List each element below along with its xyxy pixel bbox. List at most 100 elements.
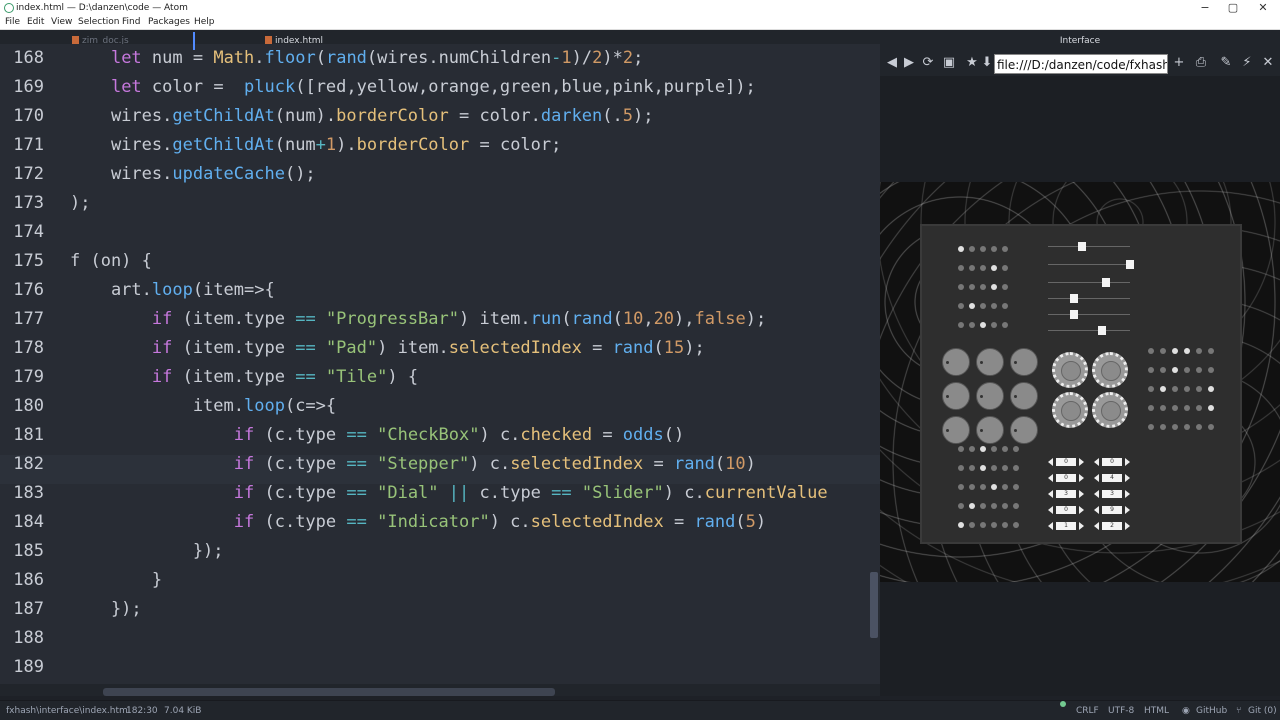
line-number: 173	[13, 193, 44, 213]
git-button[interactable]: Git (0)	[1248, 701, 1277, 720]
minimize-button[interactable]: −	[1190, 0, 1220, 16]
stepper-value: 3	[1102, 490, 1122, 498]
dial-control[interactable]	[1052, 392, 1088, 428]
indicator-dot	[969, 284, 975, 290]
code-editor[interactable]: 168 169 170 171 172 173 174 175 176 177 …	[0, 44, 880, 696]
interface-preview-canvas[interactable]: 0 0 3 0 1 0 4 3 9 2	[880, 182, 1280, 582]
code-line: });	[70, 599, 142, 619]
code-line: if (c.type == "Dial" || c.type == "Slide…	[233, 483, 828, 503]
indicator-dot	[991, 322, 997, 328]
grammar-selector[interactable]: HTML	[1144, 701, 1169, 720]
indicator-dot	[1002, 503, 1008, 509]
slider-knob[interactable]	[1102, 278, 1110, 287]
horizontal-scrollbar[interactable]	[103, 688, 555, 696]
indicator-dot	[1013, 484, 1019, 490]
refresh-icon[interactable]: ⟳	[920, 55, 936, 71]
knob-control[interactable]	[942, 348, 970, 376]
url-input[interactable]: file:///D:/danzen/code/fxhash	[994, 54, 1168, 74]
code-line: wires.getChildAt(num).borderColor = colo…	[70, 106, 654, 126]
forward-icon[interactable]: ▶	[901, 55, 917, 71]
line-number: 179	[13, 367, 44, 387]
status-dot-icon	[1060, 701, 1066, 707]
favorite-star-icon[interactable]: ★	[964, 55, 980, 71]
indicator-dot	[1208, 424, 1214, 430]
stepper-control[interactable]: 0	[1048, 458, 1084, 466]
code-line: }	[70, 570, 163, 590]
github-icon: ◉	[1182, 706, 1190, 716]
slider-knob[interactable]	[1098, 326, 1106, 335]
indicator-dot	[1184, 348, 1190, 354]
knob-control[interactable]	[1010, 348, 1038, 376]
maximize-button[interactable]: ▢	[1218, 0, 1248, 16]
stepper-control[interactable]: 0	[1094, 458, 1130, 466]
menu-find[interactable]: Find	[122, 16, 140, 29]
stepper-control[interactable]: 0	[1048, 506, 1084, 514]
stepper-control[interactable]: 1	[1048, 522, 1084, 530]
vertical-scrollbar[interactable]	[870, 572, 878, 638]
knob-control[interactable]	[942, 382, 970, 410]
slider-knob[interactable]	[1126, 260, 1134, 269]
stepper-control[interactable]: 2	[1094, 522, 1130, 530]
menu-file[interactable]: File	[5, 16, 20, 29]
indicator-dot	[1160, 386, 1166, 392]
pin-icon[interactable]: ✎	[1218, 55, 1234, 71]
print-icon[interactable]: ⎙	[1193, 55, 1209, 71]
knob-control[interactable]	[1010, 382, 1038, 410]
arrow-down-icon[interactable]: ⬇	[979, 55, 995, 71]
stepper-value: 0	[1056, 506, 1076, 514]
knob-control[interactable]	[976, 382, 1004, 410]
devtools-icon[interactable]: ⚡	[1239, 55, 1255, 71]
file-path[interactable]: fxhash\interface\index.html	[6, 701, 130, 720]
line-ending-selector[interactable]: CRLF	[1076, 701, 1099, 720]
cursor-position[interactable]: 182:30	[126, 701, 158, 720]
slider-knob[interactable]	[1078, 242, 1086, 251]
back-icon[interactable]: ◀	[884, 55, 900, 71]
indicator-dot	[1148, 348, 1154, 354]
dial-control[interactable]	[1052, 352, 1088, 388]
close-button[interactable]: ✕	[1248, 0, 1278, 16]
line-number: 184	[13, 512, 44, 532]
indicator-dot	[1184, 367, 1190, 373]
slider-knob[interactable]	[1070, 310, 1078, 319]
slider-knob[interactable]	[1070, 294, 1078, 303]
indicator-dot	[969, 322, 975, 328]
indicator-dot	[1002, 465, 1008, 471]
github-button[interactable]: GitHub	[1196, 701, 1227, 720]
stepper-control[interactable]: 0	[1048, 474, 1084, 482]
menu-help[interactable]: Help	[194, 16, 215, 29]
knob-control[interactable]	[1010, 416, 1038, 444]
code-line: if (c.type == "Indicator") c.selectedInd…	[233, 512, 767, 532]
knob-control[interactable]	[976, 348, 1004, 376]
stepper-control[interactable]: 3	[1048, 490, 1084, 498]
line-number: 186	[13, 570, 44, 590]
indicator-dot	[980, 503, 986, 509]
line-number: 185	[13, 541, 44, 561]
knob-control[interactable]	[942, 416, 970, 444]
menu-edit[interactable]: Edit	[27, 16, 44, 29]
indicator-dot	[1172, 386, 1178, 392]
menu-view[interactable]: View	[51, 16, 72, 29]
window-title: index.html — D:\danzen\code — Atom	[16, 3, 188, 13]
knob-control[interactable]	[976, 416, 1004, 444]
stepper-control[interactable]: 3	[1094, 490, 1130, 498]
indicator-dot	[1148, 367, 1154, 373]
stepper-control[interactable]: 4	[1094, 474, 1130, 482]
code-line: });	[70, 541, 224, 561]
new-tab-plus-icon[interactable]: +	[1171, 55, 1187, 71]
indicator-dot	[1002, 246, 1008, 252]
dial-control[interactable]	[1092, 392, 1128, 428]
indicator-dot	[1172, 348, 1178, 354]
stepper-control[interactable]: 9	[1094, 506, 1130, 514]
indicator-dot	[1002, 522, 1008, 528]
history-icon[interactable]: ▣	[941, 55, 957, 71]
close-preview-icon[interactable]: ✕	[1260, 55, 1276, 71]
menu-packages[interactable]: Packages	[148, 16, 190, 29]
indicator-dot	[969, 484, 975, 490]
encoding-selector[interactable]: UTF-8	[1108, 701, 1134, 720]
indicator-dot	[991, 303, 997, 309]
indicator-dot	[991, 284, 997, 290]
menu-selection[interactable]: Selection	[78, 16, 119, 29]
tab-interface[interactable]: Interface	[880, 30, 1280, 52]
dial-control[interactable]	[1092, 352, 1128, 388]
code-line: let color = pluck([red,yellow,orange,gre…	[110, 77, 756, 97]
